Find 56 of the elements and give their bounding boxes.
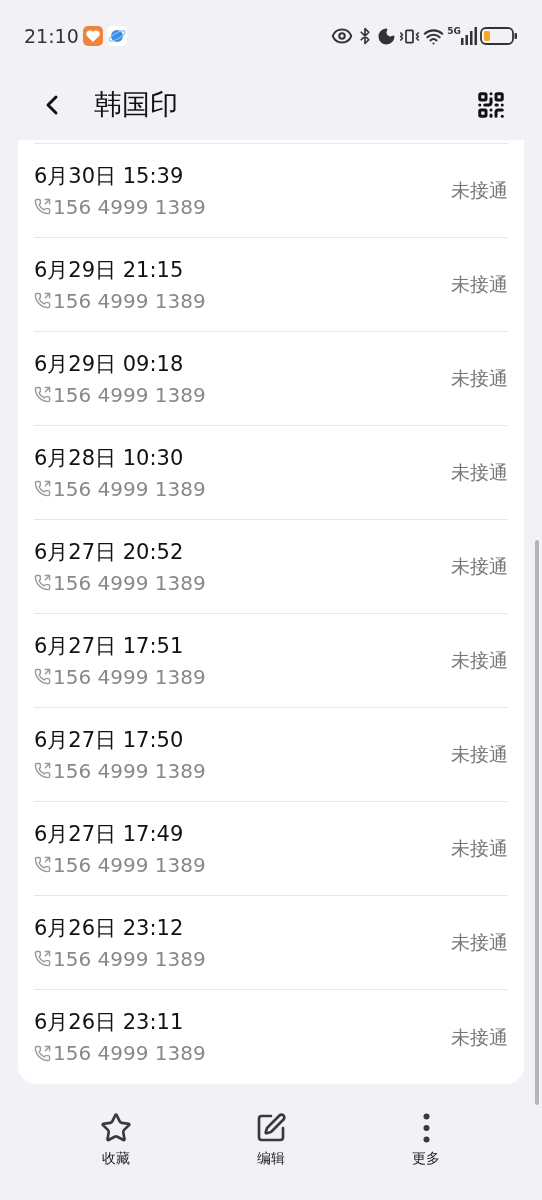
call-status: 未接通 [451,648,508,674]
call-date-time: 6月27日 17:49 [34,820,185,848]
star-icon [99,1111,132,1144]
call-status: 未接通 [451,742,508,768]
battery-icon [480,26,518,46]
qr-code-icon [476,90,506,120]
outgoing-call-icon [34,386,51,403]
call-date-time: 6月29日 21:15 [34,256,185,284]
outgoing-call-icon [34,668,51,685]
bottom-action-button[interactable]: 收藏 [75,1111,156,1169]
phone-number: 156 4999 1389 [53,569,206,596]
call-date-time: 6月26日 23:12 [34,914,185,942]
planet-app-icon [106,26,127,46]
call-status: 未接通 [451,1024,508,1050]
call-status: 未接通 [451,366,508,392]
moon-icon [377,26,397,46]
outgoing-call-icon [34,1044,51,1062]
call-status: 未接通 [451,930,508,956]
call-date-time: 6月30日 15:39 [34,162,185,190]
phone-number: 156 4999 1389 [53,663,206,690]
outgoing-call-icon [34,762,51,779]
heart-app-icon [82,26,103,46]
network-label: 5G [447,27,461,36]
call-status: 未接通 [451,178,508,204]
call-status: 未接通 [451,272,508,298]
outgoing-call-icon [34,856,51,873]
call-date-time: 6月29日 09:18 [34,350,185,378]
bottom-action-button[interactable]: 编辑 [231,1111,311,1169]
phone-number: 156 4999 1389 [53,945,206,972]
call-status: 未接通 [451,836,508,862]
call-date-time: 6月27日 17:51 [34,632,185,660]
phone-number: 156 4999 1389 [53,475,206,502]
more-icon [422,1112,430,1143]
call-status: 未接通 [451,554,508,580]
phone-number: 156 4999 1389 [53,757,206,784]
call-date-time: 6月28日 10:30 [34,444,185,472]
phone-number: 156 4999 1389 [53,381,206,408]
bottom-action-button[interactable]: 更多 [386,1111,467,1169]
call-status: 未接通 [451,460,508,486]
qr-code-button[interactable] [476,90,506,120]
contact-name: 韩国印 [94,87,178,123]
phone-number: 156 4999 1389 [53,851,206,878]
outgoing-call-icon [34,950,51,967]
phone-number: 156 4999 1389 [53,1040,206,1066]
outgoing-call-icon [34,292,51,309]
status-time: 21:10 [24,23,79,49]
phone-number: 156 4999 1389 [53,193,206,220]
edit-icon [255,1111,287,1144]
outgoing-call-icon [34,574,51,591]
call-date-time: 6月27日 20:52 [34,538,185,566]
call-date-time: 6月27日 17:50 [34,726,185,754]
signal-icon [461,27,477,45]
call-date-time: 6月26日 23:11 [34,1009,185,1036]
phone-number: 156 4999 1389 [53,287,206,314]
outgoing-call-icon [34,198,51,215]
outgoing-call-icon [34,480,51,497]
